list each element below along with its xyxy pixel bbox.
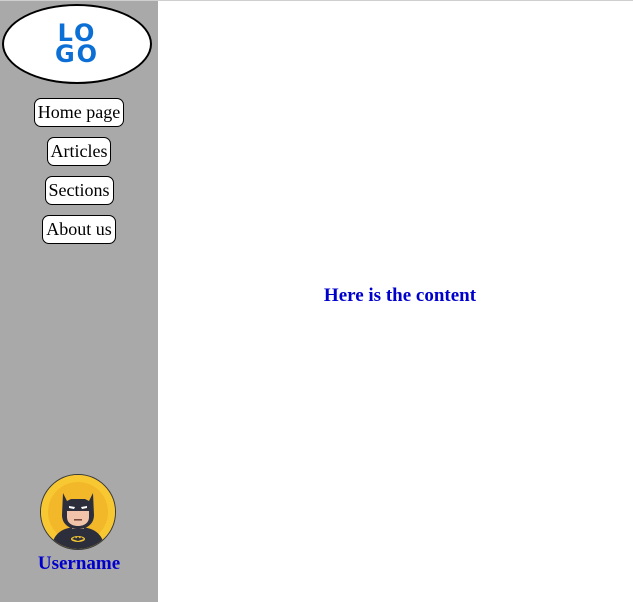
logo[interactable]: LO GO: [2, 4, 152, 84]
username[interactable]: Username: [0, 553, 158, 575]
nav-item-sections[interactable]: Sections: [44, 176, 114, 205]
content-text: Here is the content: [323, 285, 477, 306]
nav-item-about-us[interactable]: About us: [42, 215, 116, 244]
logo-text-line-2: GO: [54, 40, 100, 68]
page: LO GO Home page Articles Sections About …: [0, 0, 633, 602]
sidebar: LO GO Home page Articles Sections About …: [0, 1, 158, 602]
nav-item-articles[interactable]: Articles: [46, 137, 112, 166]
sidebar-nav: Home page Articles Sections About us: [0, 98, 158, 254]
batman-avatar-icon[interactable]: [40, 474, 116, 550]
batman-avatar-svg: [41, 475, 115, 549]
logo-text: LO GO: [47, 21, 107, 68]
nav-item-home-page[interactable]: Home page: [33, 98, 125, 127]
main-content: Here is the content: [158, 1, 633, 602]
